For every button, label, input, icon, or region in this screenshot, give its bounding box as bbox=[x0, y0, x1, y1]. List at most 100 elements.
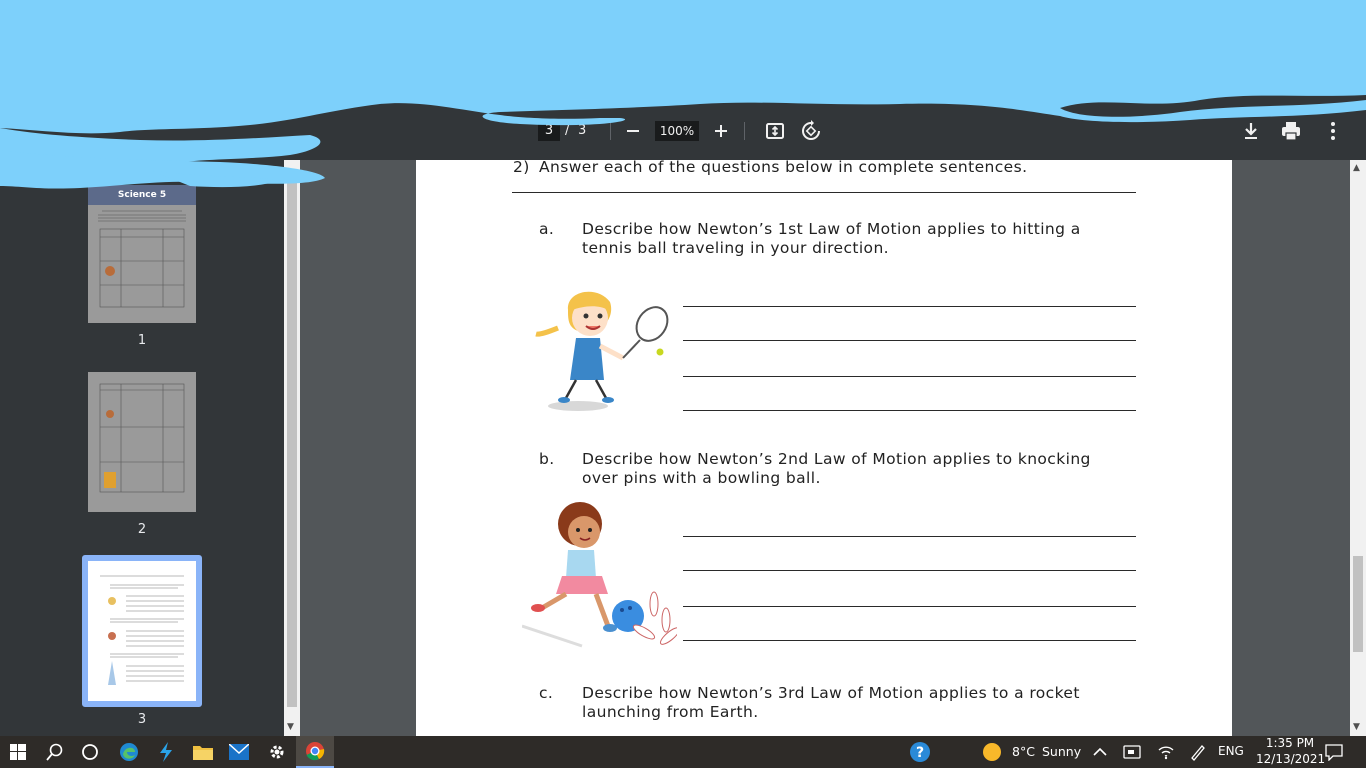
answer-line bbox=[683, 340, 1136, 342]
rotate-icon bbox=[802, 120, 820, 140]
answer-line bbox=[683, 536, 1136, 538]
wifi-icon bbox=[1158, 746, 1174, 760]
thumbnail-sidebar: Science 5 1 2 3 bbox=[0, 160, 284, 736]
heading-rule bbox=[512, 192, 1136, 194]
more-options-button[interactable] bbox=[1322, 120, 1344, 142]
windows-logo-icon bbox=[10, 744, 26, 760]
plus-icon bbox=[715, 125, 727, 137]
bolt-icon bbox=[160, 742, 172, 762]
edge-icon bbox=[120, 743, 138, 761]
question-letter: b. bbox=[539, 450, 555, 468]
toolbar-divider bbox=[610, 122, 611, 140]
question-letter: c. bbox=[539, 684, 554, 702]
notification-icon bbox=[1325, 744, 1343, 761]
question-text-line: launching from Earth. bbox=[582, 703, 759, 721]
power-automate-button[interactable] bbox=[150, 736, 182, 768]
bowling-girl-illustration bbox=[522, 502, 677, 648]
input-language[interactable]: ENG bbox=[1218, 744, 1244, 758]
pen-icon bbox=[1191, 745, 1205, 761]
printer-icon bbox=[1282, 122, 1300, 141]
tennis-girl-illustration bbox=[535, 291, 669, 411]
tray-app-icon[interactable] bbox=[1120, 736, 1144, 768]
weather-widget-icon[interactable] bbox=[980, 736, 1004, 768]
thumbnail-content bbox=[100, 575, 184, 685]
fit-page-icon bbox=[766, 123, 784, 139]
question-text-line: tennis ball traveling in your direction. bbox=[582, 239, 889, 257]
search-button[interactable] bbox=[38, 736, 72, 768]
network-tray-icon[interactable] bbox=[1154, 736, 1178, 768]
show-hidden-icons-button[interactable] bbox=[1090, 736, 1110, 768]
answer-line bbox=[683, 606, 1136, 608]
thumbnail-label: 2 bbox=[137, 522, 147, 537]
download-button[interactable] bbox=[1240, 120, 1262, 142]
scroll-down-arrow-icon[interactable]: ▼ bbox=[287, 722, 294, 732]
download-icon bbox=[1245, 123, 1257, 139]
cortana-circle-icon bbox=[82, 744, 98, 760]
settings-app-button[interactable] bbox=[260, 736, 294, 768]
pen-workspace-tray-icon[interactable] bbox=[1186, 736, 1210, 768]
clock-date[interactable]: 12/13/2021 bbox=[1256, 752, 1325, 766]
scroll-up-arrow-icon[interactable]: ▲ bbox=[1353, 163, 1360, 173]
document-viewer: 2) Answer each of the questions below in… bbox=[300, 160, 1350, 736]
pdf-page: 2) Answer each of the questions below in… bbox=[416, 160, 1232, 736]
answer-line bbox=[683, 410, 1136, 412]
gear-icon bbox=[270, 745, 284, 759]
pdf-toolbar: 3 / 3 100% bbox=[0, 0, 1366, 160]
file-explorer-button[interactable] bbox=[186, 736, 220, 768]
action-center-button[interactable] bbox=[1322, 736, 1346, 768]
zoom-in-button[interactable] bbox=[712, 121, 730, 141]
page-total: 3 bbox=[578, 123, 587, 138]
chevron-up-icon bbox=[1093, 747, 1107, 756]
fit-to-page-button[interactable] bbox=[764, 120, 786, 142]
more-vertical-icon bbox=[1331, 122, 1335, 140]
answer-line bbox=[683, 376, 1136, 378]
page-number-input[interactable]: 3 bbox=[538, 121, 560, 141]
clock-time[interactable]: 1:35 PM bbox=[1260, 736, 1320, 750]
meet-now-icon bbox=[1123, 745, 1141, 759]
sidebar-scrollbar-thumb[interactable] bbox=[287, 175, 297, 707]
page-thumbnail-2[interactable] bbox=[88, 372, 196, 512]
answer-line bbox=[683, 640, 1136, 642]
document-scrollbar-thumb[interactable] bbox=[1353, 556, 1363, 652]
zoom-level-input[interactable]: 100% bbox=[655, 121, 699, 141]
chrome-app-button-active[interactable] bbox=[296, 736, 334, 768]
page-thumbnail-1[interactable]: Science 5 bbox=[88, 185, 196, 323]
minus-icon bbox=[627, 130, 639, 132]
heading-text: Answer each of the questions below in co… bbox=[539, 160, 1028, 176]
help-tray-button[interactable]: ? bbox=[904, 736, 936, 768]
thumbnail-label: 3 bbox=[137, 712, 147, 727]
folder-icon bbox=[193, 746, 213, 760]
task-view-button[interactable] bbox=[74, 736, 106, 768]
print-button[interactable] bbox=[1280, 120, 1302, 142]
thumbnail-content bbox=[99, 383, 185, 493]
weather-desc[interactable]: Sunny bbox=[1042, 744, 1081, 759]
search-icon bbox=[46, 743, 63, 761]
svg-text:?: ? bbox=[916, 745, 924, 761]
page-separator: / bbox=[565, 123, 570, 138]
page-thumbnail-3-selected[interactable] bbox=[82, 555, 202, 707]
mail-app-button[interactable] bbox=[222, 736, 256, 768]
thumbnail-page bbox=[88, 561, 196, 701]
answer-line bbox=[683, 306, 1136, 308]
question-text-line: Describe how Newton’s 1st Law of Motion … bbox=[582, 220, 1081, 238]
answer-line bbox=[683, 570, 1136, 572]
question-text-line: Describe how Newton’s 2nd Law of Motion … bbox=[582, 450, 1091, 468]
thumbnail-content bbox=[98, 210, 186, 308]
weather-temp[interactable]: 8°C bbox=[1012, 744, 1035, 759]
question-text-line: Describe how Newton’s 3rd Law of Motion … bbox=[582, 684, 1080, 702]
windows-taskbar: ? 8°C Sunny ENG 1:35 PM 12/13/2021 bbox=[0, 736, 1366, 768]
question-letter: a. bbox=[539, 220, 555, 238]
chrome-icon bbox=[306, 742, 325, 761]
scroll-down-arrow-icon[interactable]: ▼ bbox=[1353, 722, 1360, 732]
help-question-icon: ? bbox=[910, 742, 930, 762]
toolbar-divider bbox=[744, 122, 745, 140]
sun-icon bbox=[983, 743, 1001, 761]
zoom-out-button[interactable] bbox=[624, 121, 642, 141]
question-text-line: over pins with a bowling ball. bbox=[582, 469, 821, 487]
start-button[interactable] bbox=[0, 736, 36, 768]
mail-icon bbox=[229, 744, 249, 760]
rotate-button[interactable] bbox=[800, 120, 822, 142]
heading-number: 2) bbox=[513, 160, 530, 176]
edge-app-button[interactable] bbox=[112, 736, 146, 768]
thumbnail-label: 1 bbox=[137, 333, 147, 348]
